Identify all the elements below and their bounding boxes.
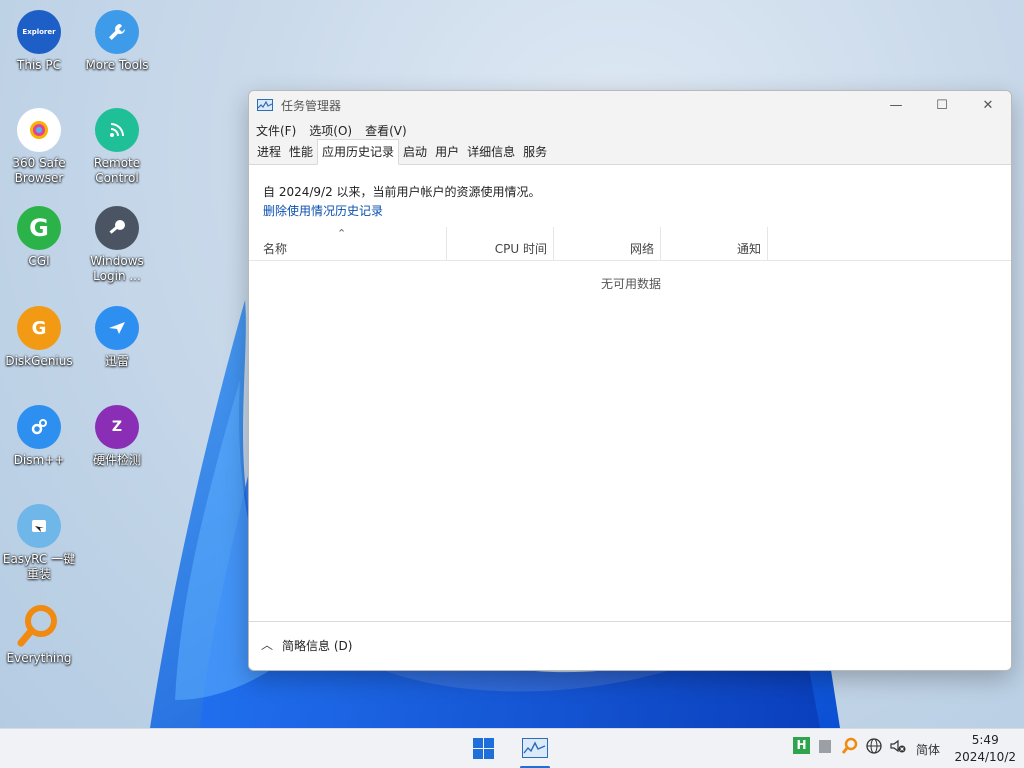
desktop-icon-everything[interactable]: Everything [0,603,78,666]
tray-search-icon[interactable] [841,737,859,759]
desktop-icon-label: EasyRC 一键重装 [2,552,76,581]
desktop-icon-easyrc[interactable]: EasyRC 一键重装 [0,504,78,582]
menu-file[interactable]: 文件(F) [253,122,299,139]
easyrc-icon [17,504,61,548]
empty-state-text: 无可用数据 [601,277,662,291]
desktop-icon-remote-control[interactable]: Remote Control [78,108,156,186]
tab-performance[interactable]: 性能 [285,140,317,164]
window-title: 任务管理器 [281,98,342,113]
desktop-icon-label: DiskGenius [5,354,73,368]
taskbar-task-manager-icon[interactable] [522,738,548,758]
usage-info-text: 自 2024/9/2 以来，当前用户帐户的资源使用情况。 [263,185,541,199]
desktop-icon-360-browser[interactable]: 360 Safe Browser [0,108,78,186]
desktop-icon-label: Remote Control [93,156,141,185]
taskbar: H 简体 5:49 2024/10/2 [0,728,1024,768]
bird-icon [95,306,139,350]
diskgenius-icon: G [17,306,61,350]
360-browser-icon [17,108,61,152]
column-notifications[interactable]: 通知 [661,227,768,261]
chevron-up-icon[interactable]: ︿ [261,636,273,653]
volume-muted-icon[interactable] [889,737,907,759]
desktop-icon-label: 迅雷 [104,354,129,368]
desktop-icon-dism[interactable]: Dism++ [0,405,78,468]
windows-logo-pane [473,749,483,759]
close-button[interactable]: ✕ [965,91,1011,119]
desktop-icon-label: Everything [6,651,72,665]
taskbar-clock[interactable]: 5:49 2024/10/2 [954,732,1016,766]
desktop-icon-label: More Tools [85,58,149,72]
windows-logo-pane [484,749,494,759]
network-globe-icon[interactable] [865,737,883,759]
cgi-icon: G [17,206,61,250]
tray-app-icon[interactable] [819,740,831,753]
desktop-icon-windows-login[interactable]: Windows Login ... [78,206,156,284]
desktop-icon-label: 硬件检测 [92,453,141,467]
remote-signal-icon [95,108,139,152]
clock-date: 2024/10/2 [954,750,1016,764]
column-network[interactable]: 网络 [554,227,661,261]
app-history-panel: 自 2024/9/2 以来，当前用户帐户的资源使用情况。 删除使用情况历史记录 … [249,165,1011,621]
tab-bar: 进程 性能 应用历史记录 启动 用户 详细信息 服务 [249,139,1011,165]
task-manager-app-icon [257,99,273,111]
desktop-icon-hardware-check[interactable]: Z 硬件检测 [78,405,156,468]
column-name[interactable]: ⌃ 名称 [249,227,447,261]
ime-mode-label[interactable]: 简体 [916,741,940,758]
title-bar[interactable]: 任务管理器 — ☐ ✕ [249,91,1011,119]
delete-history-link[interactable]: 删除使用情况历史记录 [263,202,383,219]
start-button[interactable] [473,738,494,759]
gears-icon [17,405,61,449]
maximize-button[interactable]: ☐ [919,91,965,119]
desktop-icon-label: This PC [17,58,61,72]
minimize-button[interactable]: — [873,91,919,119]
fewer-details-button[interactable]: 简略信息 (D) [282,637,352,654]
windows-logo-pane [484,738,494,748]
windows-logo-pane [473,738,483,748]
desktop-icon-label: Windows Login ... [90,254,144,283]
menu-options[interactable]: 选项(O) [306,122,355,139]
clock-time: 5:49 [971,733,999,747]
desktop-icon-this-pc[interactable]: Explorer This PC [0,10,78,73]
window-footer: ︿ 简略信息 (D) [249,621,1011,670]
tab-startup[interactable]: 启动 [399,140,431,164]
tab-app-history[interactable]: 应用历史记录 [317,139,400,165]
tab-details[interactable]: 详细信息 [463,140,519,164]
menu-view[interactable]: 查看(V) [362,122,410,139]
column-cpu-time[interactable]: CPU 时间 [447,227,554,261]
sort-ascending-icon: ⌃ [337,227,347,240]
tab-services[interactable]: 服务 [519,140,551,164]
table-header: ⌃ 名称 CPU 时间 网络 通知 [249,227,1011,261]
desktop-icon-cgi[interactable]: G CGI [0,206,78,269]
desktop-icon-label: Dism++ [13,453,65,467]
desktop-icon-more-tools[interactable]: More Tools [78,10,156,73]
menu-bar: 文件(F) 选项(O) 查看(V) [249,119,1011,141]
magnifier-icon [17,603,61,647]
desktop-icon-label: 360 Safe Browser [12,156,66,185]
tray-h-icon[interactable]: H [793,737,810,754]
task-manager-window: 任务管理器 — ☐ ✕ 文件(F) 选项(O) 查看(V) 进程 性能 应用历史… [248,90,1012,671]
desktop-icon-xunlei[interactable]: 迅雷 [78,306,156,369]
wrench-icon [95,10,139,54]
desktop-icon-label: CGI [28,254,50,268]
tab-users[interactable]: 用户 [431,140,463,164]
explorer-icon: Explorer [17,10,61,54]
hardware-check-icon: Z [95,405,139,449]
key-icon [95,206,139,250]
desktop-icon-diskgenius[interactable]: G DiskGenius [0,306,78,369]
tab-processes[interactable]: 进程 [253,140,285,164]
